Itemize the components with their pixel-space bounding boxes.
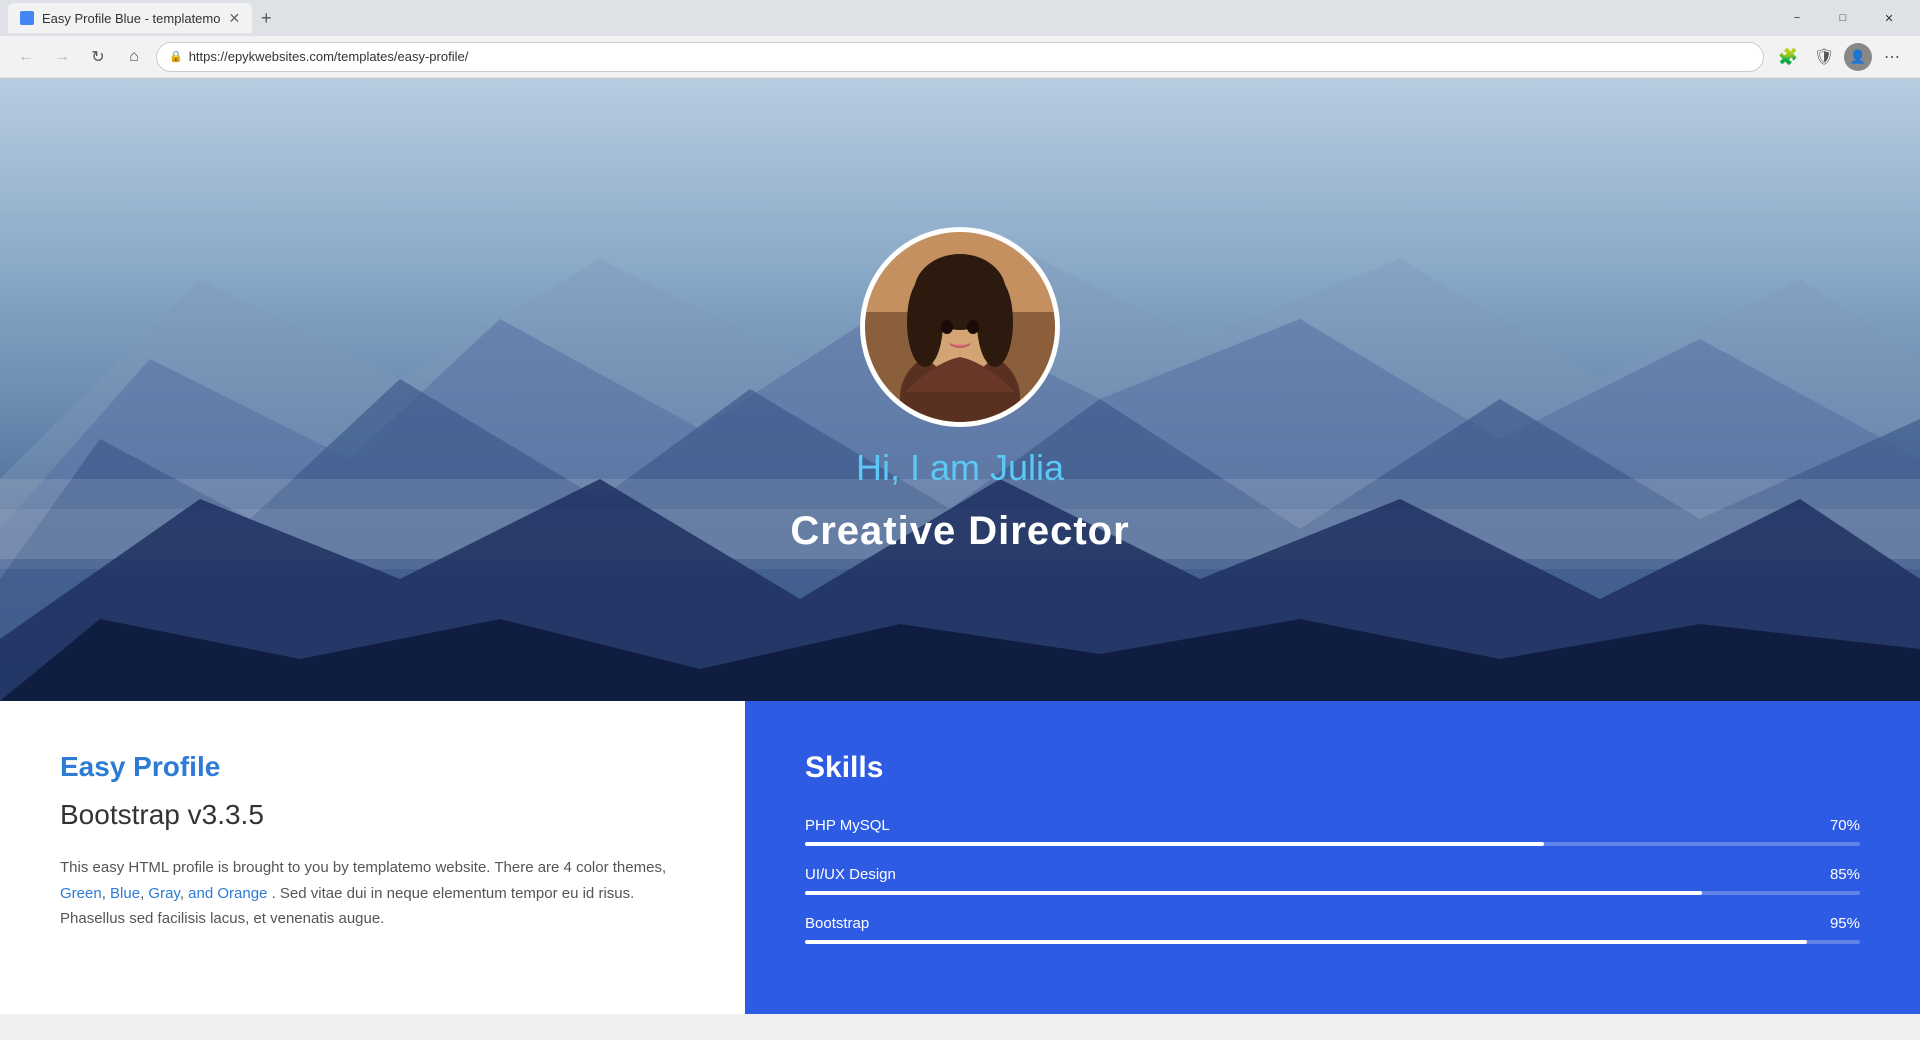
about-text-body2: . Sed vitae dui in neque elementum tempo… bbox=[60, 885, 634, 928]
skill-row-bootstrap: Bootstrap 95% bbox=[805, 915, 1860, 932]
extensions-icon[interactable]: 🧩 bbox=[1772, 41, 1804, 73]
about-card-subtitle: Bootstrap v3.3.5 bbox=[60, 799, 685, 831]
skill-pct-bootstrap: 95% bbox=[1830, 915, 1860, 932]
tab-title: Easy Profile Blue - templatemo bbox=[42, 11, 220, 26]
minimize-button[interactable]: − bbox=[1774, 0, 1820, 36]
skill-pct-uiux: 85% bbox=[1830, 866, 1860, 883]
about-card-title: Easy Profile bbox=[60, 751, 685, 783]
skill-bar-fill-uiux bbox=[805, 891, 1702, 895]
url-text: https://epykwebsites.com/templates/easy-… bbox=[189, 49, 1751, 64]
forward-button[interactable]: → bbox=[48, 43, 76, 71]
skill-bar-fill-php bbox=[805, 842, 1544, 846]
skill-bar-fill-bootstrap bbox=[805, 940, 1807, 944]
back-button[interactable]: ← bbox=[12, 43, 40, 71]
url-bar[interactable]: 🔒 https://epykwebsites.com/templates/eas… bbox=[156, 42, 1764, 72]
toolbar-icons: 🧩 🛡 👤 ⋯ bbox=[1772, 41, 1908, 73]
browser-tab[interactable]: Easy Profile Blue - templatemo ✕ bbox=[8, 3, 252, 33]
reload-button[interactable]: ↻ bbox=[84, 43, 112, 71]
home-button[interactable]: ⌂ bbox=[120, 43, 148, 71]
shield-icon[interactable]: 🛡 bbox=[1808, 41, 1840, 73]
skill-name-php: PHP MySQL bbox=[805, 817, 890, 834]
about-text-body: This easy HTML profile is brought to you… bbox=[60, 859, 666, 876]
address-bar: ← → ↻ ⌂ 🔒 https://epykwebsites.com/templ… bbox=[0, 36, 1920, 78]
title-bar: Easy Profile Blue - templatemo ✕ + − □ ✕ bbox=[0, 0, 1920, 36]
lock-icon: 🔒 bbox=[169, 50, 183, 63]
maximize-button[interactable]: □ bbox=[1820, 0, 1866, 36]
hero-greeting: Hi, I am Julia bbox=[856, 447, 1064, 489]
user-avatar-icon[interactable]: 👤 bbox=[1844, 43, 1872, 71]
close-button[interactable]: ✕ bbox=[1866, 0, 1912, 36]
skills-card: Skills PHP MySQL 70% UI/UX Design 85% bbox=[745, 701, 1920, 1014]
about-card-text: This easy HTML profile is brought to you… bbox=[60, 855, 685, 932]
profile-avatar bbox=[860, 227, 1060, 427]
skill-item-php: PHP MySQL 70% bbox=[805, 817, 1860, 846]
skill-name-uiux: UI/UX Design bbox=[805, 866, 896, 883]
website-content: Hi, I am Julia Creative Director Easy Pr… bbox=[0, 79, 1920, 1014]
menu-button[interactable]: ⋯ bbox=[1876, 41, 1908, 73]
about-link-orange[interactable]: and Orange bbox=[188, 885, 267, 902]
tab-close-button[interactable]: ✕ bbox=[228, 10, 240, 27]
skills-section-title: Skills bbox=[805, 751, 1860, 785]
skill-pct-php: 70% bbox=[1830, 817, 1860, 834]
browser-chrome: Easy Profile Blue - templatemo ✕ + − □ ✕… bbox=[0, 0, 1920, 79]
hero-center: Hi, I am Julia Creative Director bbox=[790, 227, 1129, 554]
about-link-green[interactable]: Green bbox=[60, 885, 102, 902]
about-link-blue[interactable]: Blue bbox=[110, 885, 140, 902]
skill-name-bootstrap: Bootstrap bbox=[805, 915, 869, 932]
hero-section: Hi, I am Julia Creative Director bbox=[0, 79, 1920, 701]
skill-bar-bg-bootstrap bbox=[805, 940, 1860, 944]
cards-section: Easy Profile Bootstrap v3.3.5 This easy … bbox=[0, 701, 1920, 1014]
skill-item-bootstrap: Bootstrap 95% bbox=[805, 915, 1860, 944]
about-card: Easy Profile Bootstrap v3.3.5 This easy … bbox=[0, 701, 745, 1014]
hero-job-title: Creative Director bbox=[790, 509, 1129, 554]
skill-bar-bg-uiux bbox=[805, 891, 1860, 895]
skill-item-uiux: UI/UX Design 85% bbox=[805, 866, 1860, 895]
skill-row-php: PHP MySQL 70% bbox=[805, 817, 1860, 834]
new-tab-button[interactable]: + bbox=[252, 4, 280, 32]
skill-row-uiux: UI/UX Design 85% bbox=[805, 866, 1860, 883]
skill-bar-bg-php bbox=[805, 842, 1860, 846]
tab-favicon bbox=[20, 11, 34, 25]
about-link-gray[interactable]: Gray bbox=[148, 885, 179, 902]
window-controls: − □ ✕ bbox=[1774, 0, 1912, 36]
